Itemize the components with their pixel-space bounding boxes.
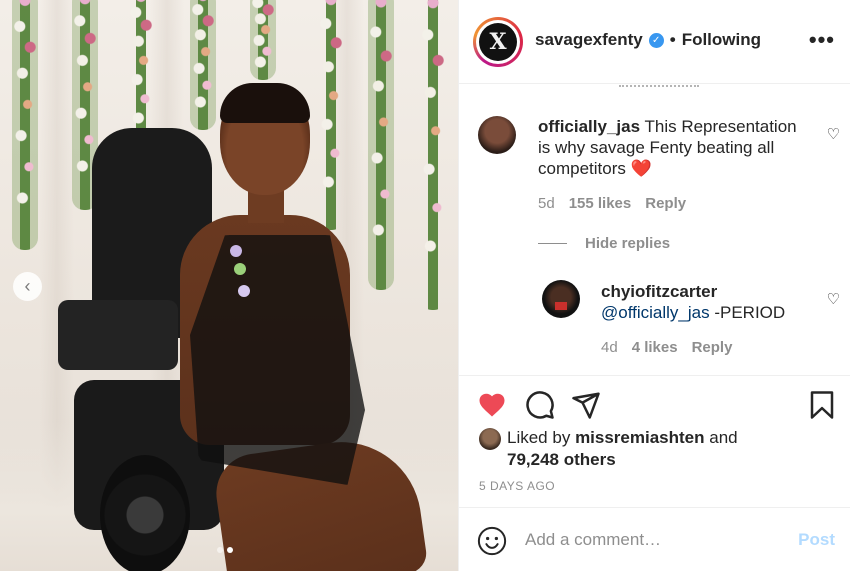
reply-text: -PERIOD (714, 303, 786, 322)
embroidered-flower (230, 245, 242, 257)
embroidered-flower (234, 263, 246, 275)
flower-vine (420, 0, 446, 310)
heart-outline-icon[interactable]: ♡ (827, 125, 840, 143)
flower-vine (250, 0, 276, 80)
embroidered-flower (238, 285, 250, 297)
chevron-left-icon: ‹ (24, 276, 31, 296)
heart-outline-icon[interactable]: ♡ (827, 290, 840, 308)
liked-by-prefix: Liked by (507, 428, 571, 447)
hide-replies-button[interactable]: Hide replies (538, 235, 670, 252)
comment-input[interactable] (525, 526, 775, 554)
comment-likes[interactable]: 155 likes (569, 195, 632, 212)
comment-meta: 5d 155 likes Reply (538, 195, 686, 212)
liked-by-others[interactable]: 79,248 others (507, 449, 616, 471)
model-hair (220, 83, 310, 123)
post-sidebar: X savagexfenty ✓ • Following ••• officia… (458, 0, 850, 571)
reply-avatar[interactable] (542, 280, 580, 318)
flower-vine (12, 0, 38, 250)
red-heart-emoji: ❤️ (630, 159, 652, 178)
account-username[interactable]: savagexfenty (535, 30, 643, 50)
comment-icon[interactable] (525, 390, 555, 420)
post-timestamp[interactable]: 5 DAYS AGO (479, 479, 555, 493)
comments-list[interactable]: officially_jas This Representation is wh… (459, 85, 850, 375)
liker-avatar[interactable] (479, 428, 501, 450)
previous-comment-cutoff (619, 85, 699, 87)
replies-divider (538, 243, 567, 244)
post-header: X savagexfenty ✓ • Following ••• (459, 0, 850, 84)
reply-username[interactable]: chyiofitzcarter (601, 281, 801, 302)
post-actions (459, 375, 850, 431)
comment-avatar[interactable] (478, 116, 516, 154)
reply-meta: 4d 4 likes Reply (601, 339, 732, 356)
carousel-dot-active (227, 547, 233, 553)
share-icon[interactable] (571, 390, 601, 420)
avatar-frame: X (476, 20, 520, 64)
reply-likes[interactable]: 4 likes (632, 339, 678, 356)
account-row: savagexfenty ✓ • Following (535, 30, 761, 50)
reply-body: chyiofitzcarter @officially_jas -PERIOD (601, 281, 801, 323)
reply-button[interactable]: Reply (692, 339, 733, 356)
reply-button[interactable]: Reply (645, 195, 686, 212)
comment-body: officially_jas This Representation is wh… (538, 116, 813, 179)
more-options-icon[interactable]: ••• (809, 29, 835, 51)
following-button[interactable]: Following (682, 30, 761, 50)
carousel-prev-button[interactable]: ‹ (13, 272, 42, 301)
model-figure (160, 83, 429, 571)
account-avatar[interactable]: X (473, 17, 523, 67)
comment-username[interactable]: officially_jas (538, 117, 640, 136)
reply-age: 4d (601, 339, 618, 356)
liked-by-line: Liked by missremiashten and (507, 427, 738, 449)
smiley-icon[interactable] (477, 526, 507, 556)
verified-badge-icon: ✓ (648, 32, 664, 48)
bookmark-icon[interactable] (807, 390, 837, 420)
hide-replies-label: Hide replies (585, 235, 671, 252)
comment-age: 5d (538, 195, 555, 212)
reply-mention[interactable]: @officially_jas (601, 303, 710, 322)
liker-username[interactable]: missremiashten (575, 428, 704, 447)
post-photo[interactable]: ‹ (0, 0, 458, 571)
carousel-dot (217, 547, 223, 553)
add-comment-bar: Post (459, 507, 850, 571)
post-comment-button[interactable]: Post (798, 530, 835, 550)
brand-logo: X (479, 23, 517, 61)
carousel-indicator (217, 547, 233, 553)
liked-by-suffix: and (709, 428, 738, 447)
separator-dot: • (669, 30, 676, 49)
heart-filled-icon[interactable] (477, 390, 507, 420)
